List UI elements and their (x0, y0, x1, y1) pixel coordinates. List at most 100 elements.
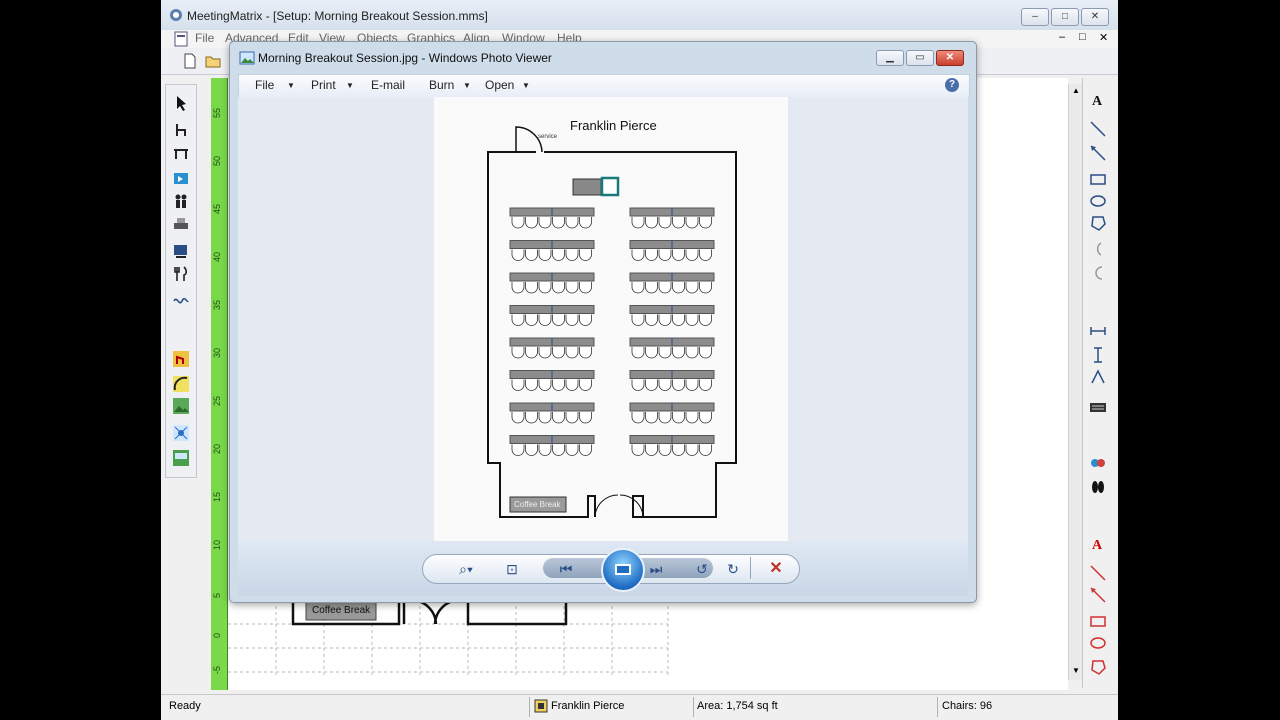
select-pointer-tool[interactable] (170, 93, 192, 113)
viewer-menu-file[interactable]: File (255, 78, 274, 92)
document-icon (174, 31, 188, 47)
keyboard-icon[interactable] (1089, 398, 1107, 416)
file-dropdown-icon[interactable]: ▼ (287, 81, 295, 90)
food-tool[interactable] (170, 264, 192, 284)
chair (552, 282, 565, 294)
arc-tool-icon[interactable] (1089, 240, 1107, 258)
line-red-tool-icon[interactable] (1089, 564, 1107, 582)
chair (658, 347, 672, 359)
rotate-ccw-icon[interactable]: ↺ (689, 559, 715, 579)
help-icon[interactable]: ? (945, 78, 959, 92)
landscape-tool[interactable] (170, 448, 192, 468)
viewer-menu-burn[interactable]: Burn (429, 78, 454, 92)
delete-icon[interactable]: ✕ (763, 559, 789, 579)
ruler-label: 10 (212, 539, 222, 550)
ruler-label: 45 (212, 203, 222, 214)
chair (565, 444, 579, 456)
maximize-button[interactable]: □ (1051, 8, 1079, 26)
rectangle-tool-icon[interactable] (1089, 170, 1107, 188)
viewer-control-bar: ⌕▾ ⊡ ⏮ ⏭ ↺ ↻ ✕ (238, 541, 968, 596)
mdi-minimize-button[interactable]: – (1059, 31, 1065, 43)
rectangle-red-tool-icon[interactable] (1089, 612, 1107, 630)
viewer-image-area[interactable]: Franklin Pierce service Coffee Break (238, 97, 968, 541)
fork-knife-icon (174, 266, 188, 281)
ruler-label: 25 (212, 395, 222, 406)
menu-file[interactable]: File (195, 31, 214, 45)
scroll-up-icon[interactable]: ▲ (1072, 86, 1080, 95)
color-tool-icon[interactable] (1089, 454, 1107, 472)
open-dropdown-icon[interactable]: ▼ (522, 81, 530, 90)
draw-tool[interactable] (170, 290, 192, 310)
chair (672, 314, 685, 326)
layout-tool-1[interactable] (170, 349, 192, 369)
chair (699, 249, 712, 261)
burn-dropdown-icon[interactable]: ▼ (463, 81, 471, 90)
chair (552, 347, 565, 359)
left-tool-palette (165, 84, 197, 478)
new-file-icon[interactable] (183, 53, 197, 69)
control-pill: ⌕▾ ⊡ ⏮ ⏭ ↺ ↻ ✕ (422, 548, 800, 592)
vertical-scrollbar[interactable]: ▲ ▼ (1068, 84, 1083, 680)
slideshow-icon[interactable] (601, 548, 645, 592)
fit-icon[interactable]: ⊡ (499, 559, 525, 579)
mdi-close-button[interactable]: ✕ (1099, 31, 1108, 44)
screen-tool[interactable] (170, 241, 192, 261)
chair (552, 217, 565, 229)
chair (658, 282, 672, 294)
text-tool-icon[interactable]: A (1087, 92, 1107, 112)
chair (525, 282, 538, 294)
rotate-cw-icon[interactable]: ↻ (720, 559, 746, 579)
viewer-menu-print[interactable]: Print (311, 78, 336, 92)
ruler-label: 50 (212, 155, 222, 166)
close-button[interactable]: ✕ (1081, 8, 1109, 26)
layout-tool-2[interactable] (170, 374, 192, 394)
polygon-tool-icon[interactable] (1089, 214, 1107, 232)
people-tool[interactable] (170, 191, 192, 211)
chair (525, 444, 538, 456)
polygon-red-tool-icon[interactable] (1089, 658, 1107, 676)
arrow-line-tool-icon[interactable] (1089, 144, 1107, 162)
curve-tool-icon[interactable] (1089, 264, 1107, 282)
chair (511, 444, 525, 456)
minimize-button[interactable]: – (1021, 8, 1049, 26)
viewer-minimize-button[interactable]: ▁ (876, 50, 904, 66)
viewer-menu-email[interactable]: E-mail (371, 78, 405, 92)
audio-visual-tool[interactable] (170, 169, 192, 189)
table-icon (174, 149, 188, 159)
next-icon[interactable]: ⏭ (643, 559, 669, 579)
landscape-icon (173, 450, 189, 466)
table-tool[interactable] (170, 143, 192, 163)
print-dropdown-icon[interactable]: ▼ (346, 81, 354, 90)
chair (658, 379, 672, 391)
previous-icon[interactable]: ⏮ (553, 559, 579, 579)
viewer-close-button[interactable]: ✕ (936, 50, 964, 66)
status-chairs: Chairs: 96 (942, 700, 993, 712)
chair-tool[interactable] (170, 120, 192, 140)
viewer-maximize-button[interactable]: ▭ (906, 50, 934, 66)
ellipse-red-tool-icon[interactable] (1089, 634, 1107, 652)
dimension-horizontal-icon[interactable] (1089, 322, 1107, 340)
footprints-icon[interactable] (1089, 478, 1107, 496)
person-desk-icon (173, 351, 189, 367)
dimension-angle-icon[interactable] (1089, 368, 1107, 386)
chair (511, 217, 525, 229)
ruler-label: 35 (212, 299, 222, 310)
text-red-tool-icon[interactable]: A (1087, 536, 1107, 556)
stage-tool[interactable] (170, 214, 192, 234)
line-tool-icon[interactable] (1089, 120, 1107, 138)
open-folder-icon[interactable] (205, 53, 221, 69)
picture-tool[interactable] (170, 396, 192, 416)
chair (579, 282, 592, 294)
ruler-label: 0 (212, 632, 222, 638)
chair (579, 444, 592, 456)
ellipse-tool-icon[interactable] (1089, 192, 1107, 210)
ruler-label: 20 (212, 443, 222, 454)
dimension-vertical-icon[interactable] (1089, 346, 1107, 364)
zoom-icon[interactable]: ⌕▾ (449, 559, 483, 579)
viewer-menu-open[interactable]: Open (485, 78, 514, 92)
scroll-down-icon[interactable]: ▼ (1072, 666, 1080, 675)
mdi-restore-button[interactable]: □ (1079, 31, 1086, 43)
arrow-red-tool-icon[interactable] (1089, 586, 1107, 604)
network-tool[interactable] (170, 423, 192, 443)
ruler-label: 40 (212, 251, 222, 262)
